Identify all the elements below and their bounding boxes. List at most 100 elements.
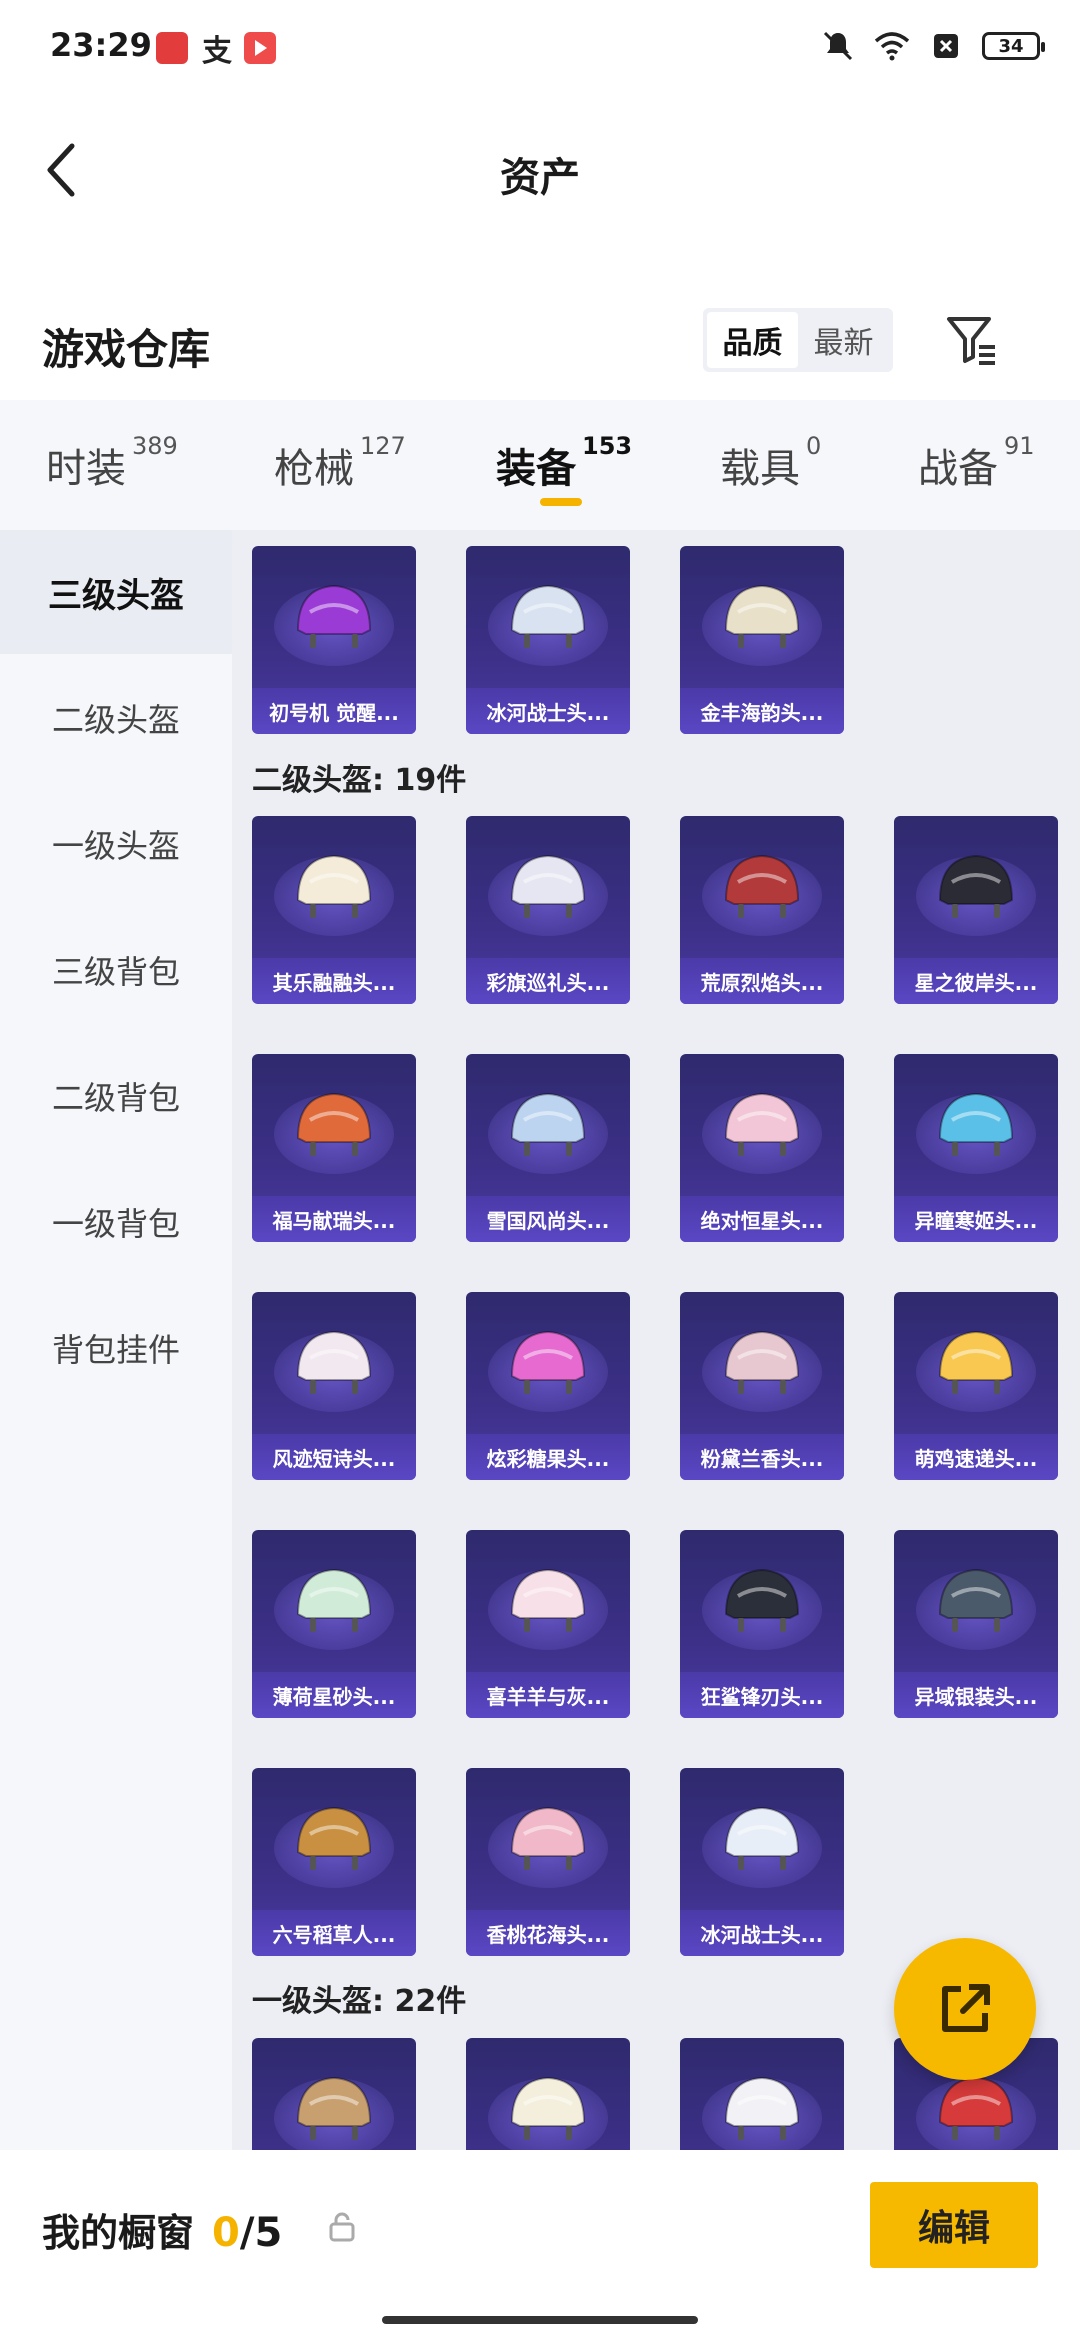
tab-equipment[interactable]: 装备 153 — [496, 432, 632, 494]
mute-icon — [820, 28, 856, 64]
sort-quality-button[interactable]: 品质 — [707, 312, 798, 368]
tab-count: 153 — [582, 432, 633, 460]
status-time: 23:29 — [50, 26, 152, 64]
sort-newest-button[interactable]: 最新 — [798, 312, 889, 368]
item-card[interactable]: 风迹短诗头... — [252, 1292, 416, 1480]
tab-label: 装备 — [496, 446, 576, 492]
tab-fashion[interactable]: 时装 389 — [46, 432, 178, 494]
tab-label: 战备 — [918, 446, 998, 492]
wifi-icon — [874, 28, 910, 64]
helmet-icon — [724, 1806, 800, 1870]
tab-count: 0 — [806, 432, 822, 460]
item-name: 风迹短诗头... — [252, 1434, 416, 1480]
item-card[interactable]: 萌鸡速递头... — [894, 1292, 1058, 1480]
helmet-icon — [296, 1568, 372, 1632]
sidebar-item-level3-backpack[interactable]: 三级背包 — [0, 908, 232, 1032]
item-card[interactable]: 狂鲨锋刃头... — [680, 1530, 844, 1718]
item-card[interactable]: 六号稻草人... — [252, 1768, 416, 1956]
sidebar-item-level3-helmet[interactable]: 三级头盔 — [0, 530, 232, 654]
item-card[interactable]: 异瞳寒姬头... — [894, 1054, 1058, 1242]
status-bar: 23:29 支 34 — [0, 0, 1080, 100]
item-card[interactable]: 其乐融融头... — [252, 816, 416, 1004]
edit-button[interactable]: 编辑 — [870, 2182, 1038, 2268]
item-card[interactable]: 薄荷星砂头... — [252, 1530, 416, 1718]
item-card[interactable] — [466, 2038, 630, 2150]
warehouse-title: 游戏仓库 — [42, 325, 211, 374]
helmet-icon — [724, 2076, 800, 2140]
sort-toggle: 品质 最新 — [703, 308, 893, 372]
helmet-icon — [296, 1330, 372, 1394]
item-card[interactable]: 冰河战士头... — [680, 1768, 844, 1956]
item-name: 冰河战士头... — [680, 1910, 844, 1956]
item-card[interactable] — [252, 2038, 416, 2150]
tab-count: 389 — [132, 432, 178, 460]
item-card[interactable]: 彩旗巡礼头... — [466, 816, 630, 1004]
section-title-level1: 一级头盔: 22件 — [252, 1984, 467, 2019]
item-name: 荒原烈焰头... — [680, 958, 844, 1004]
showcase-label: 我的橱窗 — [42, 2211, 195, 2255]
item-name: 绝对恒星头... — [680, 1196, 844, 1242]
sidebar-item-level1-backpack[interactable]: 一级背包 — [0, 1160, 232, 1284]
notification-app-icon — [156, 32, 188, 64]
item-card[interactable]: 金丰海韵头... — [680, 546, 844, 734]
showcase-total: /5 — [239, 2210, 283, 2256]
filter-icon — [947, 317, 995, 365]
item-name: 六号稻草人... — [252, 1910, 416, 1956]
sidebar-item-level2-backpack[interactable]: 二级背包 — [0, 1034, 232, 1158]
warehouse-header: 游戏仓库 品质 最新 — [0, 300, 1080, 400]
item-card[interactable]: 香桃花海头... — [466, 1768, 630, 1956]
item-card[interactable]: 异域银装头... — [894, 1530, 1058, 1718]
sim-off-icon — [928, 28, 964, 64]
showcase-current: 0 — [212, 2210, 240, 2256]
showcase-count: 0/5 — [212, 2210, 282, 2256]
item-name: 冰河战士头... — [466, 688, 630, 734]
helmet-icon — [510, 1568, 586, 1632]
helmet-icon — [510, 854, 586, 918]
app-header: 资产 — [0, 100, 1080, 240]
tab-count: 91 — [1004, 432, 1035, 460]
sidebar-item-level2-helmet[interactable]: 二级头盔 — [0, 656, 232, 780]
item-card[interactable]: 荒原烈焰头... — [680, 816, 844, 1004]
helmet-icon — [510, 584, 586, 648]
alipay-icon: 支 — [202, 34, 232, 69]
helmet-icon — [296, 2076, 372, 2140]
tab-weapons[interactable]: 枪械 127 — [274, 432, 406, 494]
helmet-icon — [296, 584, 372, 648]
share-button[interactable] — [894, 1938, 1036, 2080]
item-card[interactable]: 粉黛兰香头... — [680, 1292, 844, 1480]
item-card[interactable]: 喜羊羊与灰... — [466, 1530, 630, 1718]
sidebar-item-level1-helmet[interactable]: 一级头盔 — [0, 782, 232, 906]
subcategory-sidebar: 三级头盔 二级头盔 一级头盔 三级背包 二级背包 一级背包 背包挂件 — [0, 530, 232, 2150]
item-name: 喜羊羊与灰... — [466, 1672, 630, 1718]
helmet-icon — [724, 854, 800, 918]
item-card[interactable]: 炫彩糖果头... — [466, 1292, 630, 1480]
item-card[interactable]: 福马献瑞头... — [252, 1054, 416, 1242]
active-tab-indicator — [540, 498, 582, 506]
sidebar-item-backpack-charm[interactable]: 背包挂件 — [0, 1286, 232, 1410]
helmet-icon — [938, 1330, 1014, 1394]
item-name: 星之彼岸头... — [894, 958, 1058, 1004]
helmet-icon — [938, 854, 1014, 918]
item-card[interactable]: 冰河战士头... — [466, 546, 630, 734]
helmet-icon — [724, 1568, 800, 1632]
helmet-icon — [296, 1092, 372, 1156]
home-indicator — [382, 2316, 698, 2324]
item-card[interactable]: 雪国风尚头... — [466, 1054, 630, 1242]
showcase-bar: 我的橱窗 0/5 编辑 — [0, 2150, 1080, 2340]
helmet-icon — [938, 1568, 1014, 1632]
tab-vehicles[interactable]: 载具 0 — [720, 432, 821, 494]
video-app-icon — [244, 32, 276, 64]
tab-label: 枪械 — [274, 446, 354, 492]
item-card[interactable]: 初号机 觉醒... — [252, 546, 416, 734]
item-name: 粉黛兰香头... — [680, 1434, 844, 1480]
item-name: 炫彩糖果头... — [466, 1434, 630, 1480]
helmet-icon — [296, 854, 372, 918]
filter-button[interactable] — [940, 308, 1004, 372]
item-grid: 二级头盔: 19件 一级头盔: 22件 初号机 觉醒... 冰河战士头... 金丰海… — [232, 530, 1080, 2150]
tab-supplies[interactable]: 战备 91 — [918, 432, 1035, 494]
item-card[interactable]: 星之彼岸头... — [894, 816, 1058, 1004]
item-name: 雪国风尚头... — [466, 1196, 630, 1242]
item-card[interactable]: 绝对恒星头... — [680, 1054, 844, 1242]
item-card[interactable] — [680, 2038, 844, 2150]
page-title: 资产 — [500, 155, 580, 201]
